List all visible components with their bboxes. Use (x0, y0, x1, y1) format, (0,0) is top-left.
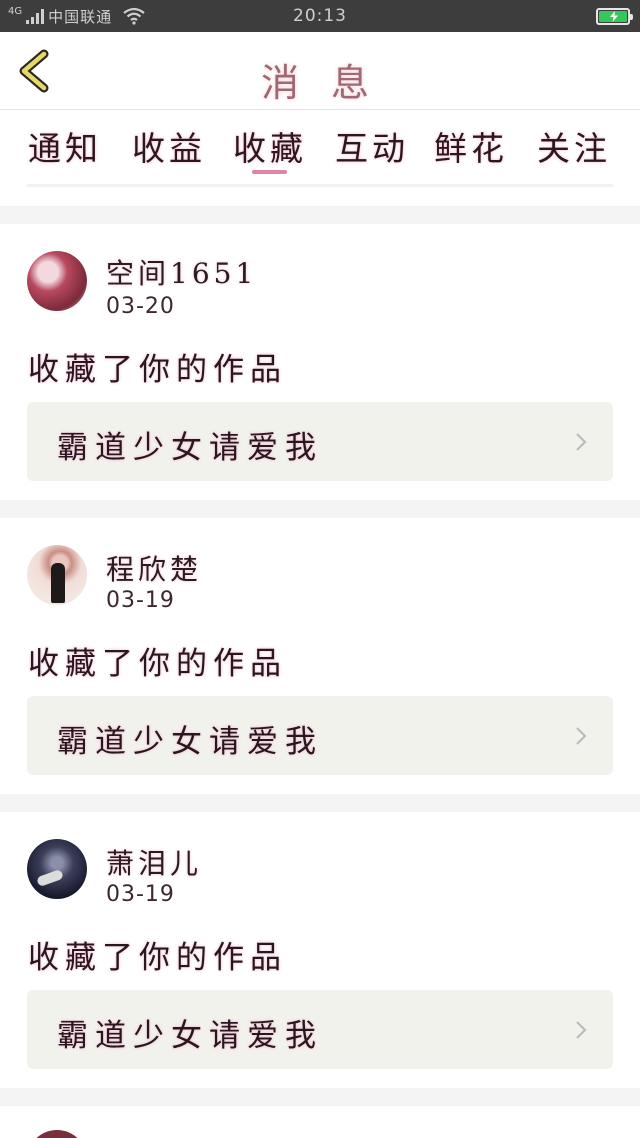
message-text: 收藏了你的作品 (28, 646, 287, 682)
message-date: 03-19 (106, 882, 175, 907)
avatar[interactable] (27, 251, 87, 311)
chevron-right-icon (576, 433, 587, 451)
avatar[interactable] (27, 839, 87, 899)
avatar-figure (36, 868, 64, 888)
message-text: 收藏了你的作品 (28, 352, 287, 388)
tab-bar: 通知 收益 收藏 互动 鲜花 关注 (0, 110, 640, 206)
tab-divider (26, 184, 614, 187)
charging-bolt-icon (610, 11, 618, 22)
tab-active-indicator (252, 170, 287, 174)
tab-favorites[interactable]: 收藏 (233, 122, 307, 172)
message-card: 程欣楚 03-19 收藏了你的作品 霸道少女请爱我 (0, 518, 640, 794)
work-title: 霸道少女请爱我 (57, 1018, 323, 1054)
work-link[interactable]: 霸道少女请爱我 (27, 696, 613, 775)
avatar[interactable] (27, 1130, 87, 1138)
status-time: 20:13 (293, 6, 347, 26)
work-title: 霸道少女请爱我 (57, 430, 323, 466)
tab-flowers[interactable]: 鲜花 (434, 122, 508, 172)
message-card: 萧泪儿 03-19 收藏了你的作品 霸道少女请爱我 (0, 812, 640, 1088)
tab-following[interactable]: 关注 (537, 122, 611, 172)
message-text: 收藏了你的作品 (28, 940, 287, 976)
avatar-figure (51, 563, 65, 603)
work-link[interactable]: 霸道少女请爱我 (27, 990, 613, 1069)
avatar[interactable] (27, 545, 87, 605)
page-title: 消 息 (260, 61, 380, 105)
tab-earnings[interactable]: 收益 (132, 122, 206, 172)
status-bar: 4G 中国联通 20:13 (0, 0, 640, 32)
username[interactable]: 程欣楚 (106, 548, 202, 588)
battery-fill (599, 11, 627, 22)
message-card: 空间1651 03-20 收藏了你的作品 霸道少女请爱我 (0, 224, 640, 500)
chevron-right-icon (576, 727, 587, 745)
message-date: 03-19 (106, 588, 175, 613)
chevron-right-icon (576, 1021, 587, 1039)
header: 消 息 (0, 32, 640, 110)
work-title: 霸道少女请爱我 (57, 724, 323, 760)
username[interactable]: 空间1651 (106, 252, 257, 292)
work-link[interactable]: 霸道少女请爱我 (27, 402, 613, 481)
message-date: 03-20 (106, 294, 175, 319)
tab-notifications[interactable]: 通知 (28, 122, 102, 172)
username[interactable]: 萧泪儿 (106, 842, 202, 882)
tab-interactions[interactable]: 互动 (335, 122, 409, 172)
battery-icon (596, 8, 633, 25)
message-card-partial (0, 1106, 640, 1138)
